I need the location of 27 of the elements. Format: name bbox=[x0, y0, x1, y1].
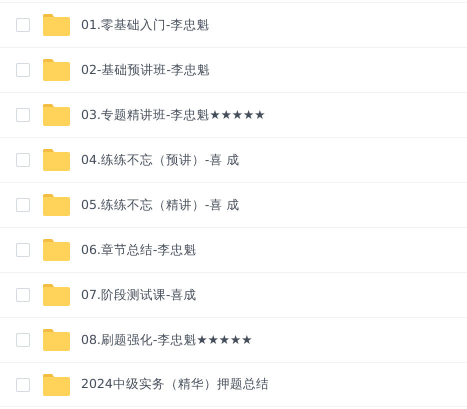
folder-icon bbox=[43, 374, 70, 396]
folder-name[interactable]: 03.专题精讲班-李忠魁★★★★★ bbox=[81, 106, 266, 124]
checkbox[interactable] bbox=[16, 108, 30, 122]
folder-name[interactable]: 06.章节总结-李忠魁 bbox=[81, 240, 196, 260]
folder-name[interactable]: 2024中级实务（精华）押题总结 bbox=[81, 375, 269, 394]
checkbox[interactable] bbox=[16, 378, 30, 392]
checkbox[interactable] bbox=[16, 63, 30, 77]
folder-icon bbox=[43, 194, 70, 216]
folder-name[interactable]: 04.练练不忘（预讲）-喜 成 bbox=[81, 150, 240, 170]
folder-icon bbox=[43, 149, 70, 171]
checkbox[interactable] bbox=[16, 153, 30, 167]
checkbox[interactable] bbox=[16, 198, 30, 212]
folder-icon bbox=[43, 59, 70, 81]
folder-icon bbox=[43, 14, 70, 36]
folder-icon bbox=[43, 329, 70, 351]
folder-name[interactable]: 05.练练不忘（精讲）-喜 成 bbox=[81, 196, 240, 214]
folder-name[interactable]: 01.零基础入门-李忠魁 bbox=[81, 16, 210, 34]
folder-icon bbox=[43, 284, 70, 306]
folder-name[interactable]: 07.阶段测试课-喜成 bbox=[81, 286, 196, 304]
checkbox[interactable] bbox=[16, 243, 30, 257]
checkbox[interactable] bbox=[16, 288, 30, 302]
folder-name[interactable]: 08.刷题强化-李忠魁★★★★★ bbox=[81, 330, 252, 350]
checkbox[interactable] bbox=[16, 18, 30, 32]
folder-icon bbox=[43, 104, 70, 126]
folder-name[interactable]: 02-基础预讲班-李忠魁 bbox=[81, 60, 210, 80]
checkbox[interactable] bbox=[16, 333, 30, 347]
folder-icon bbox=[43, 239, 70, 261]
